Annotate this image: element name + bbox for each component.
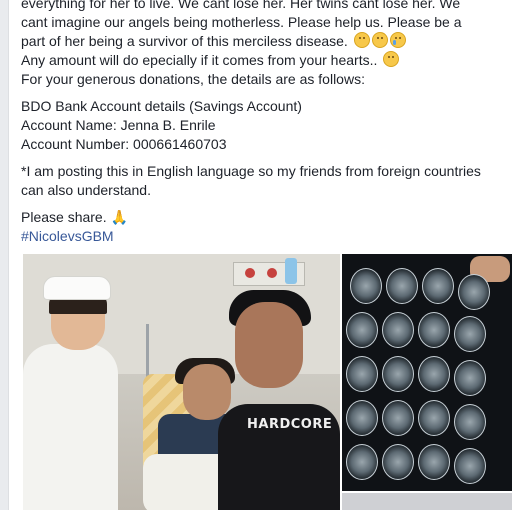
account-number: Account Number: 000661460703 [21,136,227,152]
post-line: cant imagine our angels being motherless… [21,14,462,30]
hashtag-line: #NicolevsGBM [21,227,501,246]
additional-photo[interactable] [342,493,512,510]
account-name: Account Name: Jenna B. Enrile [21,117,216,133]
relieved-face-icon [383,51,400,67]
post-line: part of her being a survivor of this mer… [21,32,501,51]
bank-title: BDO Bank Account details (Savings Accoun… [21,98,302,114]
man [235,302,303,388]
brain-scan-photo[interactable] [342,254,512,491]
patient [183,364,231,420]
post-line-text: part of her being a survivor of this mer… [21,33,348,49]
post-line: everything for her to live. We cant lose… [21,0,461,11]
post-line: Any amount will do epecially if it comes… [21,51,501,70]
sad-face-icon [353,32,370,48]
post-line: For your generous donations, the details… [21,71,365,87]
shirt-print: HARDCORE [247,417,333,432]
scan-grid [346,268,508,488]
crying-face-icon [389,32,406,48]
share-text: Please share. [21,209,107,225]
hashtag-link[interactable]: #NicolevsGBM [21,228,114,244]
post-body: everything for her to live. We cant lose… [21,0,501,246]
disappointed-face-icon [371,32,388,48]
post-card: everything for her to live. We cant lose… [8,0,513,510]
hospital-photo[interactable]: HARDCORE [23,254,340,510]
note-line: *I am posting this in English language s… [21,163,481,179]
note-line: can also understand. [21,182,151,198]
folded-hands-icon: 🙏 [110,209,128,225]
share-line: Please share. 🙏 [21,208,501,227]
post-line-text: Any amount will do epecially if it comes… [21,52,378,68]
